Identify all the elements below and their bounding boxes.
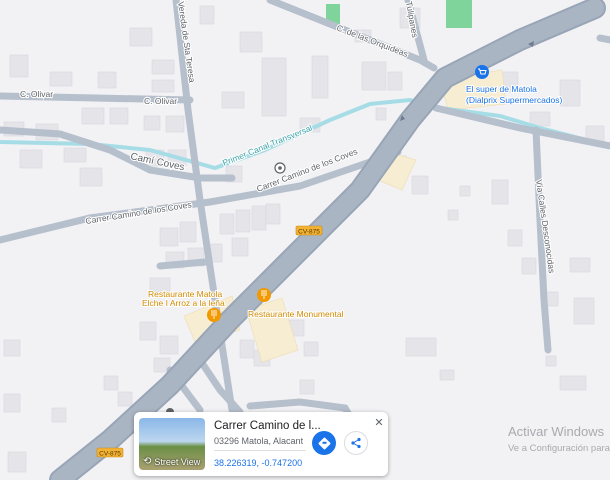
place-coordinates[interactable]: 38.226319, -0.747200: [214, 458, 302, 468]
restaurant-monumental-label: Restaurante Monumental: [248, 309, 344, 319]
map-canvas[interactable]: CV-875 CV-875 Vereda de Sta Teresa C. de…: [0, 0, 610, 480]
directions-icon: [317, 436, 331, 450]
road-shield-upper: CV-875: [295, 225, 323, 235]
place-address: 03296 Matola, Alacant: [214, 436, 304, 446]
restaurant-matola-label-line2: Elche I Arroz a la leña: [142, 298, 225, 308]
close-button[interactable]: ✕: [372, 416, 386, 430]
street-view-label: Street View: [154, 456, 201, 467]
directions-button[interactable]: [312, 431, 336, 455]
place-info-card[interactable]: ⟲ Street View Carrer Camino de l... 0329…: [134, 412, 388, 476]
dropped-pin-icon[interactable]: [274, 162, 286, 174]
road-shield-lower: CV-875: [96, 447, 124, 458]
street-label-olivar-1: C. Olivar: [20, 89, 53, 99]
activation-watermark-subtitle: Ve a Configuración para: [508, 443, 610, 454]
share-button[interactable]: [344, 431, 368, 455]
supermarket-label-line2: (Dialprix Supermercados): [466, 95, 563, 105]
street-label-olivar-2: C. Olivar: [144, 96, 177, 106]
road-shield-lower-label: CV-875: [99, 450, 121, 457]
close-icon: ✕: [374, 417, 384, 429]
shopping-cart-icon: [475, 65, 489, 79]
activation-watermark-title: Activar Windows: [508, 424, 605, 439]
share-icon: [351, 437, 361, 449]
street-view-arrow-icon: ⟲: [143, 456, 152, 467]
street-view-badge: ⟲ Street View: [143, 456, 200, 467]
supermarket-label-line1: El super de Matola: [466, 84, 537, 94]
place-title[interactable]: Carrer Camino de l...: [214, 420, 321, 432]
card-divider: [214, 450, 306, 451]
park-area: [446, 0, 472, 28]
street-view-thumbnail[interactable]: ⟲ Street View: [139, 418, 205, 470]
road-shield-upper-label: CV-875: [298, 228, 320, 235]
